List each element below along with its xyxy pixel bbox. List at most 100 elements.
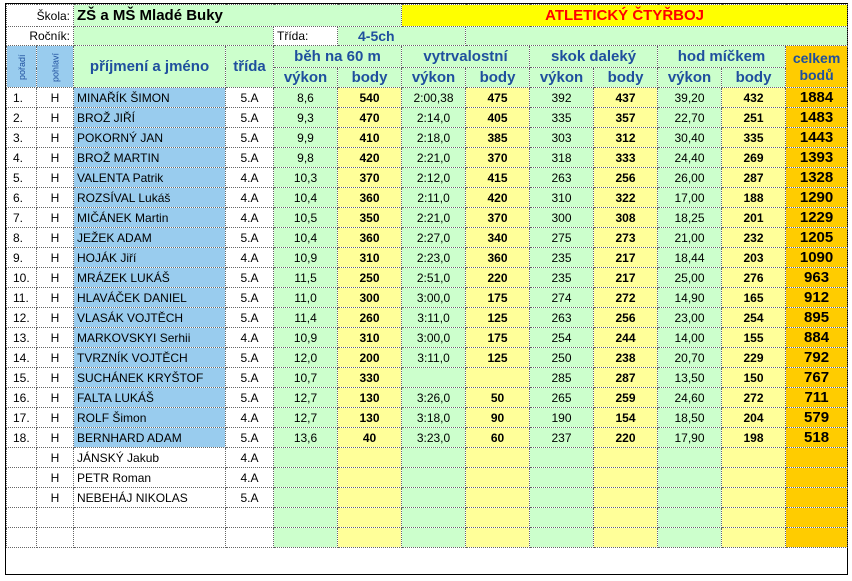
end-perf-cell[interactable]	[401, 487, 467, 508]
throw-perf-cell[interactable]	[657, 487, 723, 508]
throw-perf-cell[interactable]: 14,90	[657, 287, 723, 308]
run-pts-cell[interactable]: 330	[337, 367, 403, 388]
throw-pts-cell[interactable]: 269	[721, 147, 787, 168]
rank-cell[interactable]: 2.	[6, 107, 37, 128]
gender-cell[interactable]: H	[35, 247, 75, 268]
jump-pts-cell[interactable]: 217	[593, 267, 659, 288]
end-pts-cell[interactable]	[465, 487, 531, 508]
run-pts-cell[interactable]	[337, 447, 403, 468]
throw-pts-cell[interactable]: 229	[721, 347, 787, 368]
throw-pts-cell[interactable]	[721, 467, 787, 488]
name-cell[interactable]: NEBEHÁJ NIKOLAS	[73, 487, 227, 508]
gender-cell[interactable]: H	[35, 447, 75, 468]
name-cell[interactable]: BROŽ MARTIN	[73, 147, 227, 168]
jump-pts-cell[interactable]: 244	[593, 327, 659, 348]
rank-cell[interactable]: 4.	[6, 147, 37, 168]
end-perf-cell[interactable]: 3:26,0	[401, 387, 467, 408]
run-perf-cell[interactable]: 12,7	[273, 407, 339, 428]
throw-perf-cell[interactable]: 23,00	[657, 307, 723, 328]
class-cell[interactable]: 4.A	[225, 467, 275, 488]
gender-cell[interactable]	[35, 527, 75, 548]
end-perf-cell[interactable]: 2:14,0	[401, 107, 467, 128]
jump-pts-cell[interactable]	[593, 527, 659, 548]
throw-perf-cell[interactable]: 25,00	[657, 267, 723, 288]
rank-cell[interactable]: 17.	[6, 407, 37, 428]
jump-pts-cell[interactable]: 322	[593, 187, 659, 208]
throw-perf-cell[interactable]: 17,00	[657, 187, 723, 208]
run-perf-cell[interactable]: 10,3	[273, 167, 339, 188]
end-perf-cell[interactable]: 3:18,0	[401, 407, 467, 428]
rank-cell[interactable]: 10.	[6, 267, 37, 288]
throw-pts-cell[interactable]	[721, 487, 787, 508]
name-cell[interactable]: VLASÁK VOJTĚCH	[73, 307, 227, 328]
run-pts-cell[interactable]: 370	[337, 167, 403, 188]
end-pts-cell[interactable]	[465, 507, 531, 528]
run-pts-cell[interactable]: 360	[337, 187, 403, 208]
jump-perf-cell[interactable]: 335	[529, 107, 595, 128]
run-perf-cell[interactable]: 10,7	[273, 367, 339, 388]
total-cell[interactable]: 1483	[785, 107, 849, 128]
end-pts-cell[interactable]: 405	[465, 107, 531, 128]
class-cell[interactable]: 5.A	[225, 427, 275, 448]
throw-perf-cell[interactable]	[657, 467, 723, 488]
rank-cell[interactable]	[6, 447, 37, 468]
run-pts-cell[interactable]: 40	[337, 427, 403, 448]
total-cell[interactable]: 963	[785, 267, 849, 288]
end-perf-cell[interactable]: 3:00,0	[401, 327, 467, 348]
run-perf-cell[interactable]: 10,4	[273, 227, 339, 248]
throw-perf-cell[interactable]: 18,44	[657, 247, 723, 268]
throw-perf-cell[interactable]: 14,00	[657, 327, 723, 348]
jump-pts-cell[interactable]	[593, 487, 659, 508]
total-cell[interactable]	[785, 467, 849, 488]
throw-perf-cell[interactable]: 39,20	[657, 87, 723, 108]
name-cell[interactable]: SUCHÁNEK KRYŠTOF	[73, 367, 227, 388]
name-cell[interactable]: MRÁZEK LUKÁŠ	[73, 267, 227, 288]
throw-pts-cell[interactable]	[721, 507, 787, 528]
run-pts-cell[interactable]: 410	[337, 127, 403, 148]
jump-perf-cell[interactable]	[529, 447, 595, 468]
end-perf-cell[interactable]	[401, 447, 467, 468]
throw-perf-cell[interactable]: 20,70	[657, 347, 723, 368]
end-perf-cell[interactable]: 2:00,38	[401, 87, 467, 108]
total-cell[interactable]: 912	[785, 287, 849, 308]
jump-perf-cell[interactable]: 235	[529, 267, 595, 288]
end-perf-cell[interactable]: 2:12,0	[401, 167, 467, 188]
end-perf-cell[interactable]	[401, 367, 467, 388]
throw-perf-cell[interactable]: 17,90	[657, 427, 723, 448]
end-pts-cell[interactable]: 90	[465, 407, 531, 428]
total-cell[interactable]: 1229	[785, 207, 849, 228]
jump-pts-cell[interactable]	[593, 507, 659, 528]
jump-perf-cell[interactable]	[529, 527, 595, 548]
jump-perf-cell[interactable]	[529, 507, 595, 528]
run-perf-cell[interactable]: 9,9	[273, 127, 339, 148]
jump-pts-cell[interactable]: 312	[593, 127, 659, 148]
jump-perf-cell[interactable]: 318	[529, 147, 595, 168]
total-cell[interactable]: 579	[785, 407, 849, 428]
run-pts-cell[interactable]: 300	[337, 287, 403, 308]
total-cell[interactable]: 1884	[785, 87, 849, 108]
rank-cell[interactable]	[6, 467, 37, 488]
gender-cell[interactable]: H	[35, 107, 75, 128]
jump-pts-cell[interactable]: 333	[593, 147, 659, 168]
end-pts-cell[interactable]: 175	[465, 327, 531, 348]
total-cell[interactable]: 895	[785, 307, 849, 328]
end-perf-cell[interactable]	[401, 507, 467, 528]
class-cell[interactable]: 5.A	[225, 87, 275, 108]
jump-pts-cell[interactable]: 437	[593, 87, 659, 108]
throw-pts-cell[interactable]: 150	[721, 367, 787, 388]
throw-perf-cell[interactable]	[657, 447, 723, 468]
jump-pts-cell[interactable]: 287	[593, 367, 659, 388]
gender-cell[interactable]: H	[35, 307, 75, 328]
end-pts-cell[interactable]: 125	[465, 307, 531, 328]
name-cell[interactable]: BROŽ JIŘÍ	[73, 107, 227, 128]
run-perf-cell[interactable]	[273, 507, 339, 528]
class-cell[interactable]: 4.A	[225, 187, 275, 208]
class-cell[interactable]: 4.A	[225, 207, 275, 228]
gender-cell[interactable]: H	[35, 467, 75, 488]
run-pts-cell[interactable]: 310	[337, 327, 403, 348]
jump-pts-cell[interactable]	[593, 447, 659, 468]
rank-cell[interactable]: 13.	[6, 327, 37, 348]
run-perf-cell[interactable]: 12,7	[273, 387, 339, 408]
name-cell[interactable]: FALTA LUKÁŠ	[73, 387, 227, 408]
end-perf-cell[interactable]: 3:11,0	[401, 307, 467, 328]
